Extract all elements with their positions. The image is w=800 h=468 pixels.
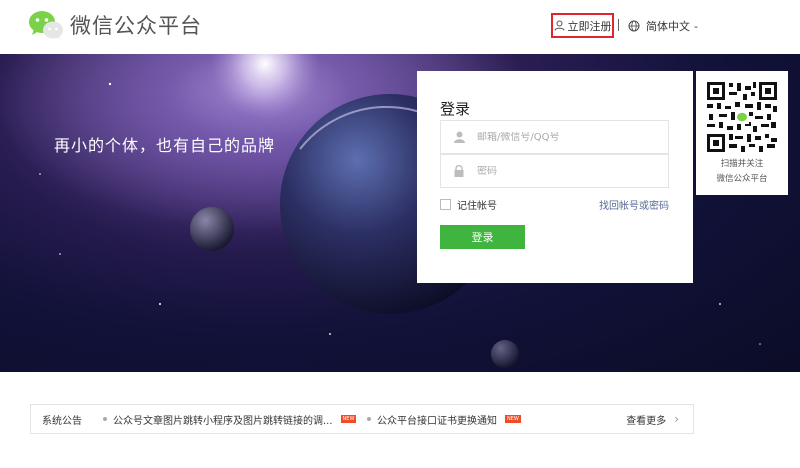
register-label: 立即注册: [567, 19, 612, 33]
notice-label: 系统公告: [42, 415, 82, 427]
account-field[interactable]: [440, 120, 669, 154]
login-title: 登录: [440, 100, 471, 118]
lock-icon: [441, 165, 477, 177]
register-button[interactable]: 立即注册: [551, 13, 614, 38]
forgot-account-link[interactable]: 找回帐号或密码: [599, 197, 669, 212]
new-badge: NEW: [340, 415, 357, 423]
globe-icon: [628, 20, 640, 32]
qr-caption-line2: 微信公众平台: [716, 174, 768, 184]
new-badge: NEW: [505, 415, 521, 423]
user-icon: [441, 131, 477, 143]
app-title: 微信公众平台: [70, 14, 202, 38]
header-divider: [618, 19, 619, 31]
remember-label: 记住帐号: [457, 201, 497, 212]
top-header: 微信公众平台 立即注册 简体中文 -: [0, 0, 800, 54]
bullet-icon: [103, 417, 107, 421]
notice-item[interactable]: 公众平台接口证书更换通知 NEW: [367, 412, 521, 427]
dropdown-caret-icon: -: [694, 19, 698, 33]
system-notice-bar: 系统公告 公众号文章图片跳转小程序及图片跳转链接的调... NEW 公众平台接口…: [30, 404, 694, 434]
brand-logo[interactable]: 微信公众平台: [28, 10, 202, 40]
login-button[interactable]: 登录: [440, 225, 525, 249]
account-input[interactable]: [477, 131, 657, 143]
login-page: 微信公众平台 立即注册 简体中文 - 再小的个体，也有自己的品牌 登录 邮箱/微…: [0, 0, 800, 468]
remember-account[interactable]: 记住帐号: [440, 197, 497, 212]
view-more-link[interactable]: 查看更多 ›: [626, 412, 679, 427]
qr-panel: 扫描并关注 微信公众平台: [696, 71, 788, 195]
login-panel: 登录 记住帐号 找回帐号或密码 登录: [417, 71, 693, 283]
notice-item[interactable]: 公众号文章图片跳转小程序及图片跳转链接的调... NEW: [103, 412, 357, 427]
language-selector[interactable]: 简体中文 -: [628, 18, 698, 34]
user-icon: [554, 20, 564, 31]
qr-caption-line1: 扫描并关注: [720, 159, 764, 169]
password-field[interactable]: [440, 154, 669, 188]
view-more-label: 查看更多: [626, 415, 667, 427]
remember-checkbox[interactable]: [440, 199, 451, 210]
password-input[interactable]: [477, 165, 657, 177]
banner-slogan: 再小的个体，也有自己的品牌: [54, 136, 276, 155]
qr-code-image: [705, 80, 779, 154]
chevron-right-icon: ›: [674, 412, 679, 426]
notice-item-text: 公众平台接口证书更换通知: [377, 415, 497, 427]
wechat-logo-icon: [29, 11, 63, 39]
notice-item-text: 公众号文章图片跳转小程序及图片跳转链接的调...: [113, 415, 333, 427]
language-label: 简体中文: [646, 20, 690, 33]
bullet-icon: [367, 417, 371, 421]
